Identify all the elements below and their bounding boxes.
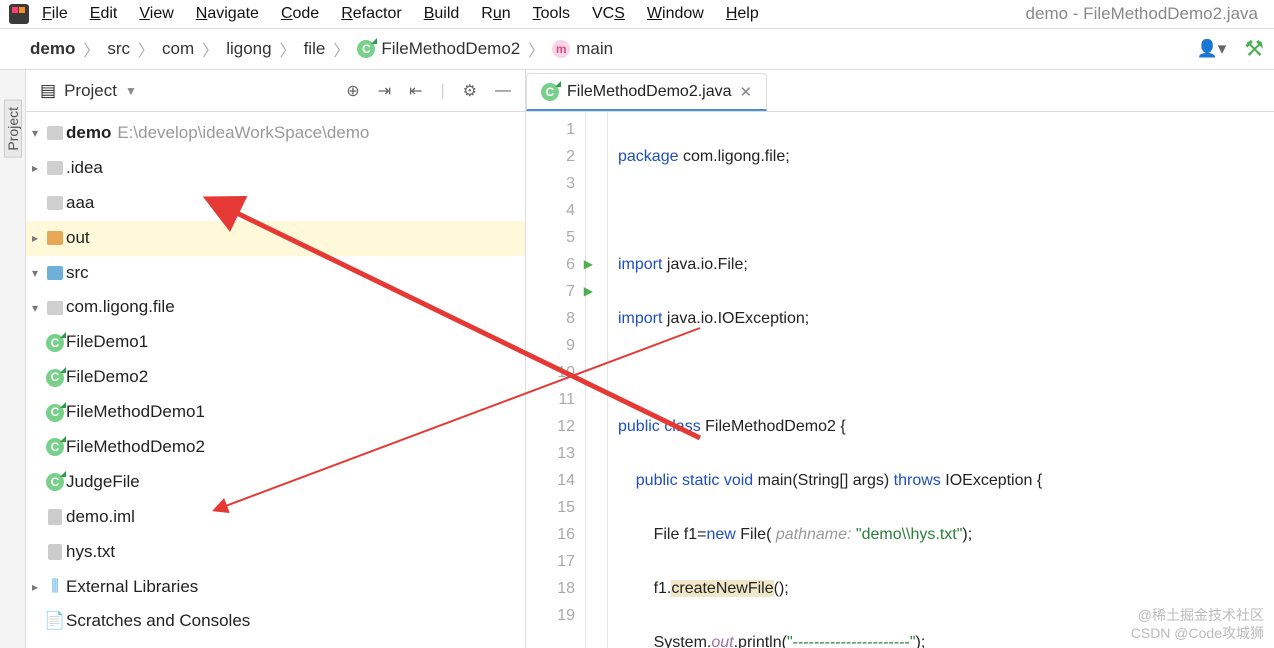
class-icon: C <box>46 473 64 491</box>
crumb-method[interactable]: mmain <box>552 39 613 59</box>
watermark: @稀土掘金技术社区 CSDN @Code攻城狮 <box>1131 606 1264 642</box>
chevron-right-icon: 〉 <box>333 37 349 61</box>
libraries-icon: ⫼ <box>44 573 66 600</box>
tree-root[interactable]: ▾ demo E:\develop\ideaWorkSpace\demo <box>26 116 525 151</box>
crumb-file[interactable]: file <box>304 39 326 59</box>
chevron-right-icon[interactable]: ▸ <box>26 228 44 248</box>
line-numbers: 12345 678910 1112131415 16171819 <box>526 112 586 648</box>
menu-navigate[interactable]: Navigate <box>196 5 259 23</box>
menu-vcs[interactable]: VCS <box>592 5 625 23</box>
method-icon: m <box>552 40 570 58</box>
menu-build[interactable]: Build <box>424 5 460 23</box>
tree-out[interactable]: ▸out <box>26 221 525 256</box>
class-icon: C <box>46 438 64 456</box>
project-tool-tab[interactable]: Project <box>4 100 22 158</box>
tab-label: FileMethodDemo2.java <box>567 83 732 101</box>
folder-icon <box>47 196 63 210</box>
app-icon <box>8 3 30 25</box>
tree-hys[interactable]: hys.txt <box>26 535 525 570</box>
tree-filemethoddemo1[interactable]: CFileMethodDemo1 <box>26 395 525 430</box>
tree-judgefile[interactable]: CJudgeFile <box>26 465 525 500</box>
tree-scratches[interactable]: 📄Scratches and Consoles <box>26 604 525 639</box>
menu-bar: FFileile Edit View Navigate Code Refacto… <box>0 0 1274 28</box>
menu-window[interactable]: Window <box>647 5 704 23</box>
chevron-down-icon[interactable]: ▾ <box>26 298 44 318</box>
project-header: ▤ Project ▼ ⊕ ⇥ ⇤ | ⚙ — <box>26 70 525 112</box>
tree-src[interactable]: ▾src <box>26 256 525 291</box>
crumb-com[interactable]: com <box>162 39 194 59</box>
tree-iml[interactable]: demo.iml <box>26 500 525 535</box>
menu-code[interactable]: Code <box>281 5 319 23</box>
package-icon <box>47 301 63 315</box>
menu-edit[interactable]: Edit <box>90 5 118 23</box>
code-content[interactable]: package com.ligong.file; import java.io.… <box>608 112 1274 648</box>
tree-filedemo2[interactable]: CFileDemo2 <box>26 360 525 395</box>
crumb-demo[interactable]: demo <box>30 39 75 59</box>
crumb-src[interactable]: src <box>107 39 130 59</box>
text-file-icon <box>48 544 62 560</box>
gear-icon[interactable]: ⚙ <box>463 81 477 101</box>
menu-run[interactable]: Run <box>481 5 510 23</box>
menu-view[interactable]: View <box>139 5 173 23</box>
navigation-bar: demo 〉 src 〉 com 〉 ligong 〉 file 〉 CFile… <box>0 28 1274 70</box>
root-path: E:\develop\ideaWorkSpace\demo <box>117 119 369 148</box>
user-icon[interactable]: 👤▾ <box>1197 39 1227 59</box>
class-icon: C <box>46 369 64 387</box>
chevron-right-icon: 〉 <box>280 37 296 61</box>
fold-column[interactable] <box>586 112 608 648</box>
project-tool-window: ▤ Project ▼ ⊕ ⇥ ⇤ | ⚙ — ▾ demo E:\develo… <box>26 70 526 648</box>
chevron-down-icon[interactable]: ▼ <box>125 84 137 98</box>
tree-aaa[interactable]: aaa <box>26 186 525 221</box>
tree-external-libs[interactable]: ▸⫼External Libraries <box>26 570 525 605</box>
crumb-ligong[interactable]: ligong <box>226 39 271 59</box>
editor-area: C FileMethodDemo2.java ✕ 12345 678910 11… <box>526 70 1274 648</box>
class-icon: C <box>46 404 64 422</box>
project-view-icon: ▤ <box>40 81 56 101</box>
menu-file[interactable]: FFileile <box>42 5 68 23</box>
file-icon <box>48 509 62 525</box>
chevron-right-icon: 〉 <box>202 37 218 61</box>
scratches-icon: 📄 <box>44 607 66 636</box>
class-icon: C <box>46 334 64 352</box>
project-tree[interactable]: ▾ demo E:\develop\ideaWorkSpace\demo ▸.i… <box>26 112 525 648</box>
output-folder-icon <box>47 231 63 245</box>
source-folder-icon <box>47 266 63 280</box>
chevron-right-icon: 〉 <box>528 37 544 61</box>
menu-tools[interactable]: Tools <box>533 5 570 23</box>
chevron-down-icon[interactable]: ▾ <box>26 263 44 283</box>
locate-icon[interactable]: ⊕ <box>346 81 359 101</box>
expand-icon[interactable]: ⇥ <box>378 81 391 101</box>
tree-idea[interactable]: ▸.idea <box>26 151 525 186</box>
chevron-down-icon[interactable]: ▾ <box>26 123 44 143</box>
class-icon: C <box>357 40 375 58</box>
code-editor[interactable]: 12345 678910 1112131415 16171819 package… <box>526 112 1274 648</box>
chevron-right-icon: 〉 <box>83 37 99 61</box>
tree-package[interactable]: ▾com.ligong.file <box>26 290 525 325</box>
class-icon: C <box>541 83 559 101</box>
editor-tab-filemethoddemo2[interactable]: C FileMethodDemo2.java ✕ <box>526 73 767 111</box>
tree-filemethoddemo2[interactable]: CFileMethodDemo2 <box>26 430 525 465</box>
hide-icon[interactable]: — <box>495 82 511 100</box>
menu-refactor[interactable]: Refactor <box>341 5 401 23</box>
chevron-right-icon: 〉 <box>138 37 154 61</box>
collapse-icon[interactable]: ⇤ <box>409 81 422 101</box>
close-tab-icon[interactable]: ✕ <box>740 83 753 101</box>
view-selector[interactable]: Project <box>64 81 117 101</box>
editor-tabs: C FileMethodDemo2.java ✕ <box>526 70 1274 112</box>
chevron-right-icon[interactable]: ▸ <box>26 577 44 597</box>
tree-filedemo1[interactable]: CFileDemo1 <box>26 325 525 360</box>
build-icon[interactable]: ⚒ <box>1244 36 1264 62</box>
chevron-right-icon[interactable]: ▸ <box>26 158 44 178</box>
folder-icon <box>47 161 63 175</box>
tool-window-stripe[interactable]: Project <box>0 70 26 648</box>
crumb-class[interactable]: CFileMethodDemo2 <box>357 39 520 59</box>
module-icon <box>47 126 63 140</box>
menu-help[interactable]: Help <box>726 5 759 23</box>
window-title: demo - FileMethodDemo2.java <box>1026 4 1266 24</box>
